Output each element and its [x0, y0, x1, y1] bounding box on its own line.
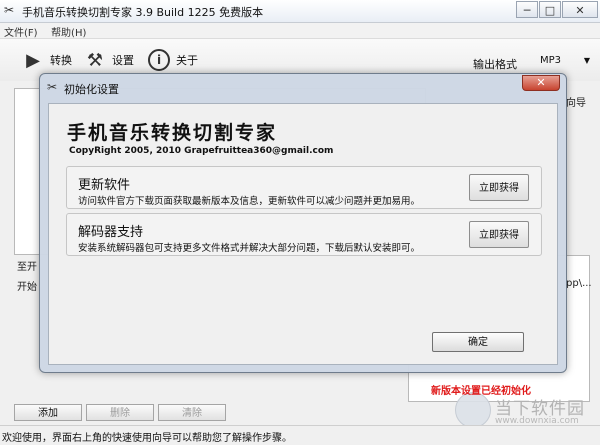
output-format-label: 输出格式	[473, 58, 517, 71]
window-titlebar: ✂ 手机音乐转换切割专家 3.9 Build 1225 免费版本 ─ □ ✕	[0, 0, 600, 23]
list-actions: 添加 删除 清除	[14, 404, 226, 421]
window-controls: ─ □ ✕	[516, 1, 598, 19]
output-format-value: MP3	[540, 55, 562, 66]
settings-label: 设置	[112, 54, 134, 67]
codec-group: 解码器支持 安装系统解码器包可支持更多文件格式并解决大部分问题，下载后默认安装即…	[66, 213, 542, 256]
update-title: 更新软件	[78, 178, 131, 193]
info-icon: i	[148, 49, 170, 71]
scissors-icon: ✂	[47, 80, 58, 94]
menu-bar: 文件(F) 帮助(H)	[0, 23, 600, 39]
convert-label: 转换	[50, 54, 72, 67]
dialog-titlebar: ✂ 初始化设置 ✕	[40, 74, 566, 100]
copyright-text: CopyRight 2005, 2010 Grapefruittea360@gm…	[69, 146, 334, 156]
minimize-button[interactable]: ─	[516, 1, 538, 18]
get-codec-button[interactable]: 立即获得	[469, 221, 529, 248]
delete-button[interactable]: 删除	[86, 404, 154, 421]
add-button[interactable]: 添加	[14, 404, 82, 421]
status-text: 欢迎使用，界面右上角的快速使用向导可以帮助您了解操作步骤。	[2, 433, 292, 444]
settings-button[interactable]: ⚒ 设置	[84, 49, 134, 71]
codec-title: 解码器支持	[78, 225, 144, 240]
dialog-close-button[interactable]: ✕	[522, 75, 560, 91]
init-notice: 新版本设置已经初始化	[431, 386, 531, 397]
about-button[interactable]: i 关于	[148, 49, 198, 71]
status-bar: 欢迎使用，界面右上角的快速使用向导可以帮助您了解操作步骤。	[0, 425, 600, 445]
product-name: 手机音乐转换切割专家	[67, 122, 278, 144]
row-label-a: 至开	[17, 262, 37, 273]
dialog-title: 初始化设置	[64, 83, 119, 96]
close-button[interactable]: ✕	[562, 1, 598, 18]
codec-desc: 安装系统解码器包可支持更多文件格式并解决大部分问题，下载后默认安装即可。	[78, 243, 421, 254]
update-desc: 访问软件官方下载页面获取最新版本及信息，更新软件可以减少问题并更加易用。	[78, 196, 421, 207]
output-format-select[interactable]: MP3 ▼	[530, 52, 592, 70]
about-label: 关于	[176, 54, 198, 67]
maximize-button[interactable]: □	[539, 1, 561, 18]
play-triangle-icon: ▶	[26, 49, 40, 71]
menu-help[interactable]: 帮助(H)	[47, 23, 92, 39]
quick-guide-link[interactable]: 向导	[566, 94, 586, 109]
watermark-logo-icon	[455, 392, 491, 428]
convert-button[interactable]: ▶ 转换	[22, 49, 72, 71]
get-update-button[interactable]: 立即获得	[469, 174, 529, 201]
scissors-icon: ✂	[4, 3, 15, 17]
dialog-body: 手机音乐转换切割专家 CopyRight 2005, 2010 Grapefru…	[48, 103, 558, 397]
clear-button[interactable]: 清除	[158, 404, 226, 421]
update-group: 更新软件 访问软件官方下载页面获取最新版本及信息，更新软件可以减少问题并更加易用…	[66, 166, 542, 209]
row-label-b: 开始	[17, 282, 37, 293]
window-title: 手机音乐转换切割专家 3.9 Build 1225 免费版本	[22, 6, 264, 19]
tools-icon: ⚒	[86, 49, 104, 71]
ok-button[interactable]: 确定	[432, 332, 524, 352]
init-settings-dialog: ✂ 初始化设置 ✕ 手机音乐转换切割专家 CopyRight 2005, 201…	[39, 73, 567, 397]
chevron-down-icon: ▼	[583, 56, 590, 65]
menu-file[interactable]: 文件(F)	[0, 23, 44, 39]
output-path-fragment: pp\...	[566, 278, 592, 289]
